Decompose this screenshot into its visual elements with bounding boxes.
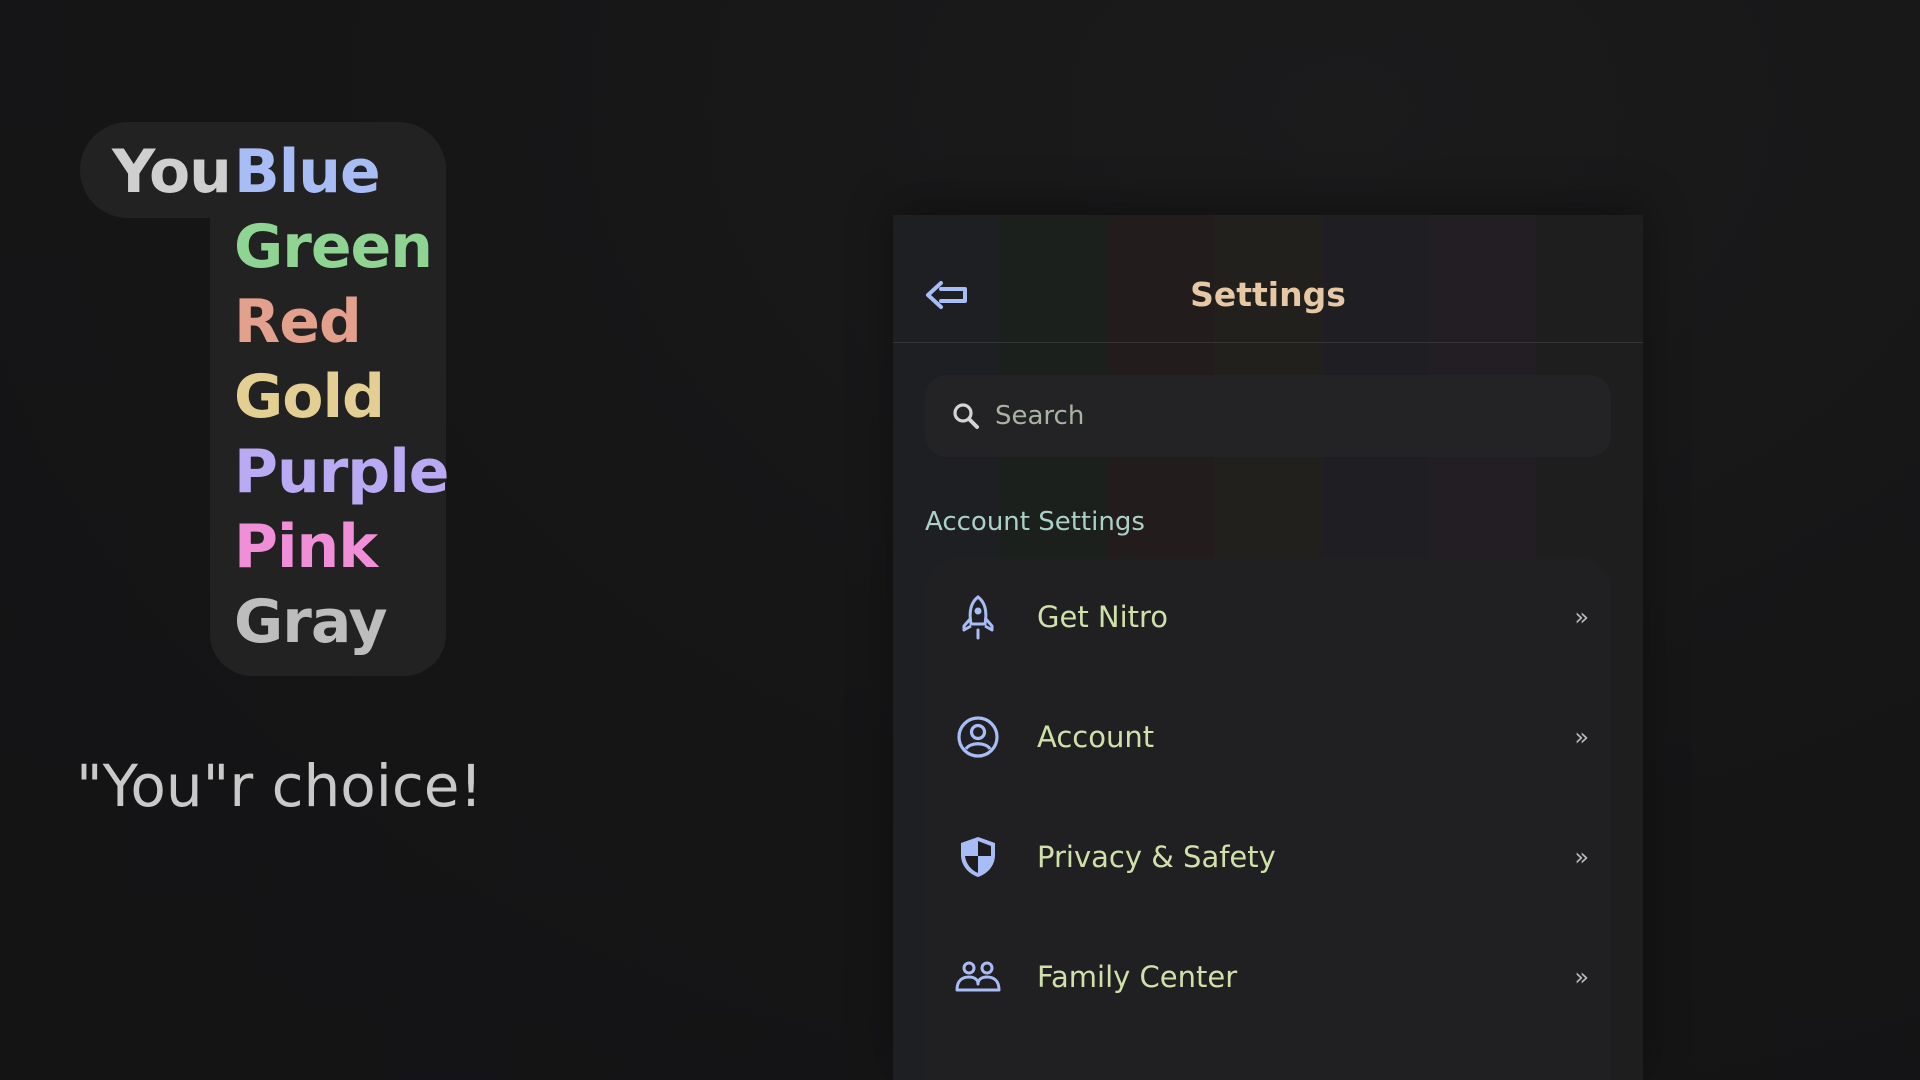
color-option-purple[interactable]: Purple	[234, 436, 449, 511]
tagline: "You"r choice!	[76, 752, 483, 820]
color-option-pink[interactable]: Pink	[234, 511, 449, 586]
settings-item-get-nitro[interactable]: Get Nitro »	[925, 557, 1611, 677]
chevron-right-icon: »	[1574, 963, 1589, 991]
search-icon	[951, 401, 981, 431]
color-option-list: Blue Green Red Gold Purple Pink Gray	[234, 136, 449, 661]
color-option-gray[interactable]: Gray	[234, 586, 449, 661]
settings-item-label: Family Center	[1037, 960, 1238, 994]
chevron-right-icon: »	[1574, 843, 1589, 871]
color-palette-bubble: You Blue Green Red Gold Purple Pink Gray	[80, 122, 449, 676]
settings-item-family-center[interactable]: Family Center »	[925, 917, 1611, 1037]
color-option-gold[interactable]: Gold	[234, 361, 449, 436]
chevron-right-icon: »	[1574, 603, 1589, 631]
search-input[interactable]	[995, 401, 1555, 431]
settings-item-label: Privacy & Safety	[1037, 840, 1276, 874]
rocket-icon	[955, 594, 1001, 640]
settings-item-account[interactable]: Account »	[925, 677, 1611, 797]
page-title: Settings	[1190, 275, 1346, 314]
user-circle-icon	[955, 714, 1001, 760]
shield-icon	[955, 834, 1001, 880]
chevron-right-icon: »	[1574, 723, 1589, 751]
settings-item-privacy-safety[interactable]: Privacy & Safety »	[925, 797, 1611, 917]
you-label: You	[112, 137, 232, 207]
settings-panel: Settings Account Settings Get Nitro »	[893, 215, 1643, 1080]
settings-item-label: Account	[1037, 720, 1155, 754]
settings-header: Settings	[893, 215, 1643, 343]
search-bar[interactable]	[925, 375, 1611, 457]
color-option-blue[interactable]: Blue	[234, 136, 449, 211]
color-option-green[interactable]: Green	[234, 211, 449, 286]
section-title-account-settings: Account Settings	[925, 507, 1145, 537]
color-option-red[interactable]: Red	[234, 286, 449, 361]
settings-list: Get Nitro » Account » Privacy & Safety »…	[925, 557, 1611, 1080]
family-icon	[955, 954, 1001, 1000]
settings-item-label: Get Nitro	[1037, 600, 1169, 634]
